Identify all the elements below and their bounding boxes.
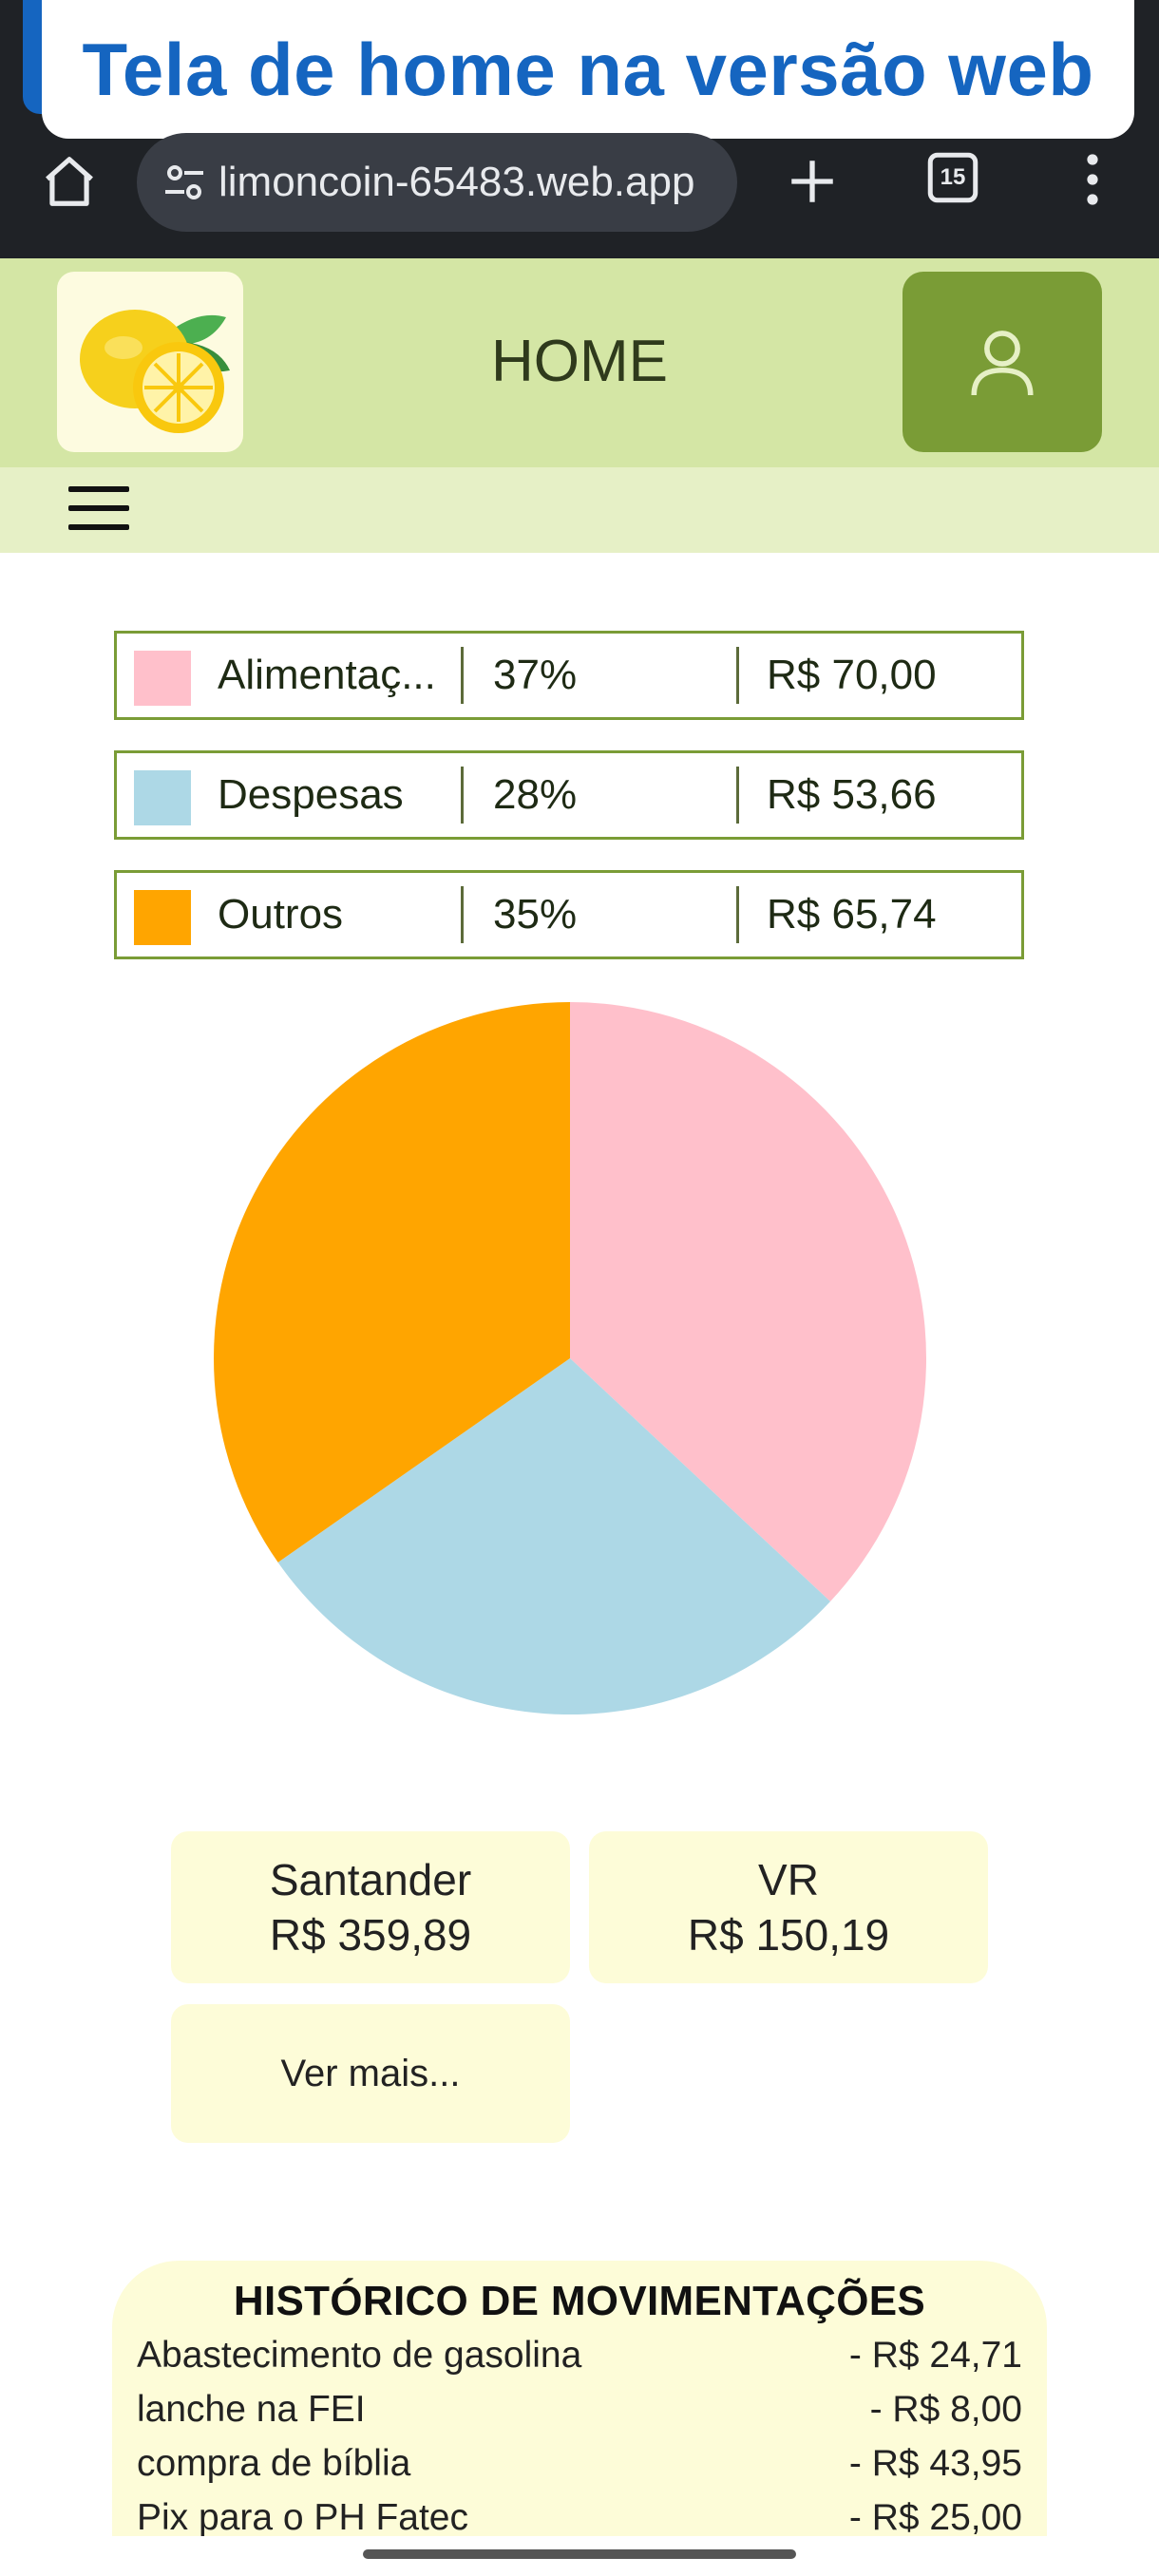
legend-amount: R$ 65,74 bbox=[767, 891, 937, 938]
legend-percent: 35% bbox=[493, 891, 578, 938]
hamburger-line bbox=[68, 524, 129, 530]
hamburger-line bbox=[68, 486, 129, 492]
account-balance: R$ 150,19 bbox=[687, 1910, 890, 1960]
legend-divider bbox=[736, 886, 739, 943]
history-row[interactable]: Pix para o PH Fatec - R$ 25,00 bbox=[137, 2497, 1022, 2536]
page-title: HOME bbox=[491, 328, 668, 394]
account-name: Santander bbox=[269, 1855, 472, 1904]
legend-swatch bbox=[134, 770, 191, 825]
account-name: VR bbox=[758, 1855, 819, 1904]
history-description: compra de bíblia bbox=[137, 2443, 411, 2484]
profile-button[interactable] bbox=[902, 272, 1102, 452]
history-row[interactable]: Abastecimento de gasolina - R$ 24,71 bbox=[137, 2335, 1022, 2388]
history-title: HISTÓRICO DE MOVIMENTAÇÕES bbox=[233, 2278, 926, 2324]
account-balance: R$ 359,89 bbox=[269, 1910, 472, 1960]
legend-divider bbox=[736, 647, 739, 704]
plus-icon-glyph bbox=[791, 161, 833, 202]
legend-amount: R$ 70,00 bbox=[767, 652, 937, 698]
legend-amount: R$ 53,66 bbox=[767, 771, 937, 818]
legend-row-outros: Outros 35% R$ 65,74 bbox=[114, 870, 1024, 959]
history-amount: - R$ 25,00 bbox=[848, 2497, 1022, 2536]
hamburger-line bbox=[68, 505, 129, 511]
legend-divider bbox=[461, 886, 464, 943]
legend-percent: 37% bbox=[493, 652, 578, 698]
more-vert-icon-glyph bbox=[1087, 154, 1098, 205]
history-amount: - R$ 43,95 bbox=[848, 2443, 1022, 2484]
legend-divider bbox=[736, 767, 739, 824]
tune-icon[interactable] bbox=[162, 160, 207, 205]
legend-divider bbox=[461, 767, 464, 824]
legend-row-despesas: Despesas 28% R$ 53,66 bbox=[114, 750, 1024, 840]
url-text[interactable]: limoncoin-65483.web.app bbox=[218, 159, 722, 206]
plus-icon[interactable] bbox=[779, 148, 846, 215]
home-icon-glyph bbox=[46, 157, 93, 206]
menu-bar bbox=[0, 467, 1159, 553]
account-card-vr[interactable]: VR R$ 150,19 bbox=[589, 1831, 988, 1983]
gesture-bar[interactable] bbox=[363, 2549, 796, 2559]
legend-percent: 28% bbox=[493, 771, 578, 818]
tabs-icon[interactable]: 15 bbox=[922, 146, 984, 209]
user-icon bbox=[971, 331, 1034, 396]
pie-chart bbox=[213, 1002, 926, 1714]
url-bar[interactable]: limoncoin-65483.web.app bbox=[137, 133, 737, 232]
more-vert-icon[interactable] bbox=[1074, 146, 1112, 213]
hamburger-icon[interactable] bbox=[68, 486, 129, 538]
history-amount: - R$ 24,71 bbox=[848, 2335, 1022, 2376]
legend-divider bbox=[461, 647, 464, 704]
legend-row-alimentacao: Alimentaç... 37% R$ 70,00 bbox=[114, 631, 1024, 720]
lemon-logo[interactable] bbox=[57, 272, 243, 452]
home-icon[interactable] bbox=[36, 148, 103, 215]
history-description: Pix para o PH Fatec bbox=[137, 2497, 468, 2536]
account-card-santander[interactable]: Santander R$ 359,89 bbox=[171, 1831, 570, 1983]
history-description: Abastecimento de gasolina bbox=[137, 2335, 582, 2376]
lemon-logo-graphic bbox=[80, 310, 230, 433]
caption-banner: Tela de home na versão web bbox=[42, 0, 1134, 139]
tab-count: 15 bbox=[940, 164, 966, 190]
see-more-button[interactable]: Ver mais... bbox=[171, 2004, 570, 2143]
legend-swatch bbox=[134, 890, 191, 945]
history-description: lanche na FEI bbox=[137, 2389, 366, 2430]
legend-swatch bbox=[134, 651, 191, 706]
screen: Tela de home na versão web limoncoin-654… bbox=[0, 0, 1159, 2576]
history-panel: HISTÓRICO DE MOVIMENTAÇÕES Abastecimento… bbox=[112, 2261, 1047, 2536]
history-amount: - R$ 8,00 bbox=[869, 2389, 1022, 2430]
history-row[interactable]: compra de bíblia - R$ 43,95 bbox=[137, 2443, 1022, 2496]
history-row[interactable]: lanche na FEI - R$ 8,00 bbox=[137, 2389, 1022, 2442]
